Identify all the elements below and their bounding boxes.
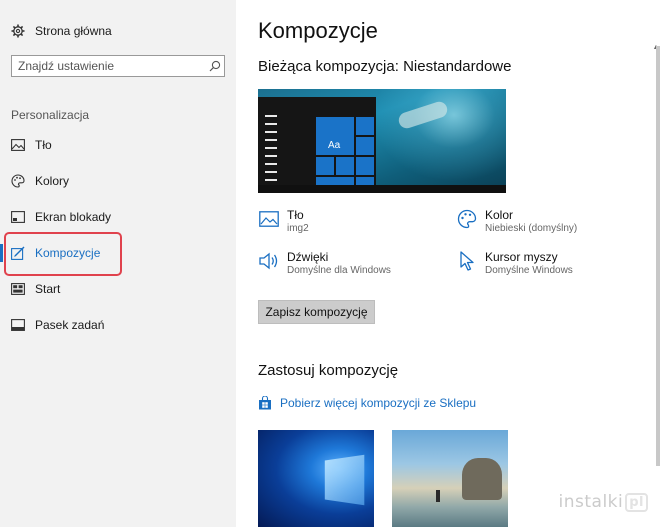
section-label: Personalizacja — [11, 108, 90, 122]
sidebar-item-kolory[interactable]: Kolory — [0, 169, 236, 193]
store-link-label: Pobierz więcej kompozycji ze Sklepu — [280, 396, 477, 410]
sidebar-item-label: Pasek zadań — [35, 318, 105, 332]
sounds-value: Domyślne dla Windows — [287, 265, 391, 276]
apply-theme-heading: Zastosuj kompozycję — [258, 362, 399, 379]
current-theme-heading: Bieżąca kompozycja: Niestandardowe — [258, 58, 512, 75]
sounds-setting[interactable]: Dźwięki Domyślne dla Windows — [258, 250, 391, 278]
sounds-name: Dźwięki — [287, 250, 329, 264]
cursor-value: Domyślne Windows — [485, 265, 573, 276]
cursor-icon — [456, 250, 478, 272]
search-input[interactable] — [12, 57, 206, 75]
sidebar: Strona główna Personalizacja Tło Kolory … — [0, 0, 236, 527]
background-setting[interactable]: Tło img2 — [258, 208, 309, 236]
search-icon[interactable] — [206, 60, 224, 72]
start-icon — [11, 282, 25, 296]
lock-screen-icon — [11, 210, 25, 224]
sidebar-item-start[interactable]: Start — [0, 277, 236, 301]
watermark-logo: instalki pl — [552, 489, 654, 515]
scrollbar[interactable] — [656, 46, 660, 466]
save-theme-button[interactable]: Zapisz kompozycję — [258, 300, 375, 324]
sidebar-item-label: Ekran blokady — [35, 210, 112, 224]
color-value: Niebieski (domyślny) — [485, 223, 578, 234]
palette-icon — [11, 174, 25, 188]
background-name: Tło — [287, 208, 304, 222]
palette-icon — [456, 208, 478, 230]
sidebar-item-label: Kolory — [35, 174, 70, 188]
home-link[interactable]: Strona główna — [11, 22, 112, 40]
tile-label: Aa — [328, 140, 341, 151]
color-setting[interactable]: Kolor Niebieski (domyślny) — [456, 208, 577, 236]
background-value: img2 — [287, 223, 309, 234]
sidebar-item-label: Start — [35, 282, 61, 296]
highlight-frame — [4, 232, 122, 276]
store-link[interactable]: Pobierz więcej kompozycji ze Sklepu — [258, 395, 477, 410]
image-icon — [258, 208, 280, 230]
theme-thumbnail-beach[interactable] — [392, 430, 508, 527]
theme-preview: Aa — [258, 89, 506, 193]
start-menu-preview: Aa — [258, 97, 376, 193]
color-name: Kolor — [485, 208, 514, 222]
cursor-setting[interactable]: Kursor myszy Domyślne Windows — [456, 250, 573, 278]
gear-icon — [11, 24, 25, 38]
cursor-name: Kursor myszy — [485, 250, 558, 264]
watermark-badge: pl — [625, 492, 648, 512]
image-icon — [11, 138, 25, 152]
speaker-icon — [258, 250, 280, 272]
taskbar-icon — [11, 318, 25, 332]
sidebar-item-tlo[interactable]: Tło — [0, 133, 236, 157]
sidebar-item-pasek-zadan[interactable]: Pasek zadań — [0, 313, 236, 337]
home-label: Strona główna — [35, 24, 112, 38]
store-icon — [258, 395, 272, 410]
main-content: Kompozycje Bieżąca kompozycja: Niestanda… — [258, 0, 660, 527]
watermark-text: instalki — [558, 492, 624, 512]
page-title: Kompozycje — [258, 18, 378, 43]
search-box[interactable] — [11, 55, 225, 77]
sidebar-item-ekran-blokady[interactable]: Ekran blokady — [0, 205, 236, 229]
theme-thumbnail-windows[interactable] — [258, 430, 374, 527]
sidebar-item-label: Tło — [35, 138, 52, 152]
